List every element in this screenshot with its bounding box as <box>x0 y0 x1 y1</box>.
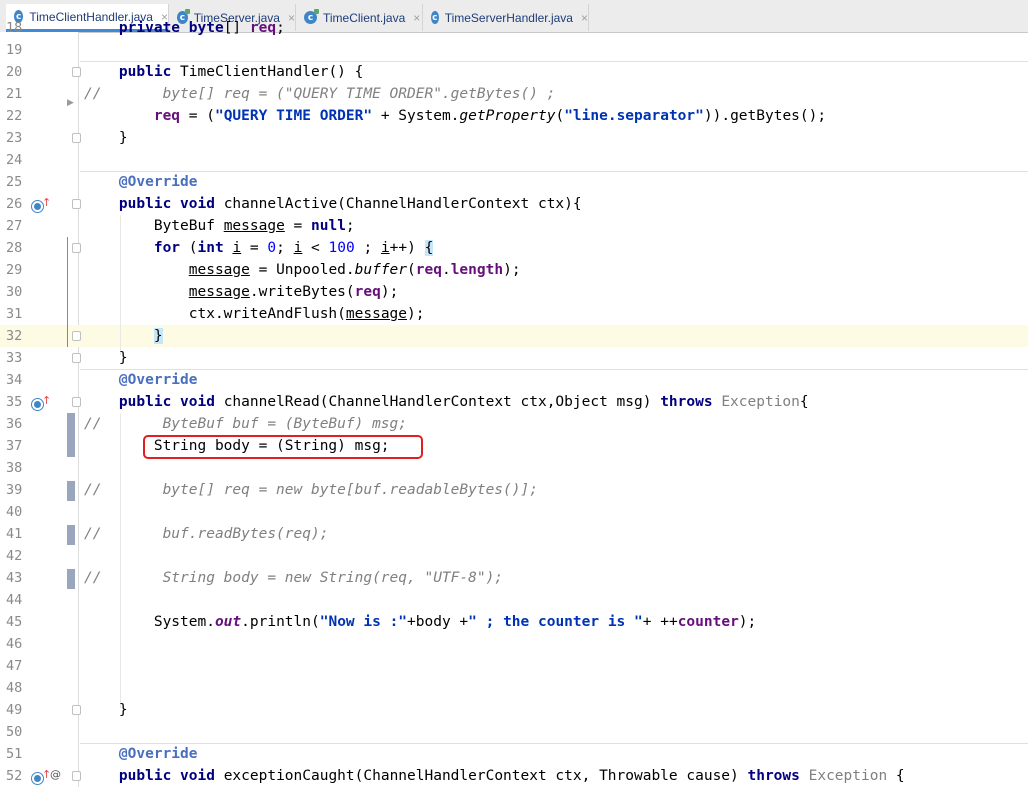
code-line: 22 req = ("QUERY TIME ORDER" + System.ge… <box>0 105 1028 127</box>
code-text: System.out.println("Now is :"+body +" ; … <box>84 614 757 630</box>
code-line: 24 <box>0 149 1028 171</box>
line-number: 23 <box>6 130 23 146</box>
code-line: 31 ctx.writeAndFlush(message); <box>0 303 1028 325</box>
line-number: 39 <box>6 482 23 498</box>
code-text: req = ("QUERY TIME ORDER" + System.getPr… <box>153 108 827 124</box>
line-number: 40 <box>6 504 23 520</box>
code-text: public void exceptionCaught(ChannelHandl… <box>118 768 905 784</box>
line-number: 50 <box>6 724 23 740</box>
code-text: } <box>153 328 163 344</box>
code-line: 35 public void channelRead(ChannelHandle… <box>0 391 1028 413</box>
code-line: 45 System.out.println("Now is :"+body +"… <box>0 611 1028 633</box>
code-text: // String body = new String(req, "UTF-8"… <box>84 570 504 586</box>
code-line: 48 <box>0 677 1028 699</box>
code-text: private byte[] req; <box>118 20 285 36</box>
line-number: 18 <box>6 20 23 36</box>
line-number: 29 <box>6 262 23 278</box>
code-line: 39 // byte[] req = new byte[buf.readable… <box>0 479 1028 501</box>
code-text: message.writeBytes(req); <box>188 284 399 300</box>
code-line: 46 <box>0 633 1028 655</box>
line-number: 49 <box>6 702 23 718</box>
code-text: // buf.readBytes(req); <box>84 526 329 542</box>
line-number: 41 <box>6 526 23 542</box>
line-number: 32 <box>6 328 23 344</box>
line-number: 22 <box>6 108 23 124</box>
line-number: 34 <box>6 372 23 388</box>
highlight-box <box>143 435 423 459</box>
line-number: 19 <box>6 42 23 58</box>
code-line: 50 <box>0 721 1028 743</box>
line-number: 51 <box>6 746 23 762</box>
line-number: 52 <box>6 768 23 784</box>
code-text: } <box>84 702 128 718</box>
code-line: 42 <box>0 545 1028 567</box>
code-line: 20 public TimeClientHandler() { <box>0 61 1028 83</box>
line-number: 43 <box>6 570 23 586</box>
code-line: 29 message = Unpooled.buffer(req.length)… <box>0 259 1028 281</box>
code-line: 38 <box>0 457 1028 479</box>
code-line: 40 <box>0 501 1028 523</box>
line-number: 33 <box>6 350 23 366</box>
code-line: 52 public void exceptionCaught(ChannelHa… <box>0 765 1028 787</box>
line-number: 35 <box>6 394 23 410</box>
code-line: 34 @Override <box>0 369 1028 391</box>
code-text: public TimeClientHandler() { <box>118 64 364 80</box>
code-line: 47 <box>0 655 1028 677</box>
code-line: 28 for (int i = 0; i < 100 ; i++) { <box>0 237 1028 259</box>
code-text: ByteBuf message = null; <box>84 218 355 234</box>
code-line: 30 message.writeBytes(req); <box>0 281 1028 303</box>
code-text: @Override <box>84 372 198 388</box>
line-number: 31 <box>6 306 23 322</box>
code-line: 41 // buf.readBytes(req); <box>0 523 1028 545</box>
code-text: @Override <box>84 174 198 190</box>
line-number: 24 <box>6 152 23 168</box>
line-number: 47 <box>6 658 23 674</box>
code-text: message = Unpooled.buffer(req.length); <box>188 262 521 278</box>
line-number: 45 <box>6 614 23 630</box>
code-text: } <box>84 130 128 146</box>
line-number: 46 <box>6 636 23 652</box>
code-text: // ByteBuf buf = (ByteBuf) msg; <box>84 416 408 432</box>
line-number: 37 <box>6 438 23 454</box>
code-text: for (int i = 0; i < 100 ; i++) { <box>153 240 434 256</box>
code-line: 18 private byte[] req; <box>0 17 1028 39</box>
code-line: 23 } <box>0 127 1028 149</box>
line-number: 42 <box>6 548 23 564</box>
code-line: 43 // String body = new String(req, "UTF… <box>0 567 1028 589</box>
line-number: 25 <box>6 174 23 190</box>
line-number: 36 <box>6 416 23 432</box>
code-line: 33 } <box>0 347 1028 369</box>
code-text: public void channelActive(ChannelHandler… <box>118 196 582 212</box>
line-number: 48 <box>6 680 23 696</box>
code-line: 25 @Override <box>0 171 1028 193</box>
line-number: 38 <box>6 460 23 476</box>
line-number: 30 <box>6 284 23 300</box>
code-line: 44 <box>0 589 1028 611</box>
code-line: 36 // ByteBuf buf = (ByteBuf) msg; <box>0 413 1028 435</box>
line-number: 21 <box>6 86 23 102</box>
code-line: 19 <box>0 39 1028 61</box>
line-number: 20 <box>6 64 23 80</box>
line-number: 44 <box>6 592 23 608</box>
code-text: } <box>84 350 128 366</box>
code-line: 26 public void channelActive(ChannelHand… <box>0 193 1028 215</box>
code-line: 49 } <box>0 699 1028 721</box>
code-text: // byte[] req = new byte[buf.readableByt… <box>84 482 538 498</box>
line-number: 26 <box>6 196 23 212</box>
code-line-current: 32 } <box>0 325 1028 347</box>
line-number: 28 <box>6 240 23 256</box>
code-line: 27 ByteBuf message = null; <box>0 215 1028 237</box>
code-text: public void channelRead(ChannelHandlerCo… <box>118 394 809 410</box>
code-text: // byte[] req = ("QUERY TIME ORDER".getB… <box>84 86 556 102</box>
code-text: @Override <box>84 746 198 762</box>
code-text: ctx.writeAndFlush(message); <box>84 306 425 322</box>
line-number: 27 <box>6 218 23 234</box>
code-line: 21 // byte[] req = ("QUERY TIME ORDER".g… <box>0 83 1028 105</box>
code-line: 51 @Override <box>0 743 1028 765</box>
